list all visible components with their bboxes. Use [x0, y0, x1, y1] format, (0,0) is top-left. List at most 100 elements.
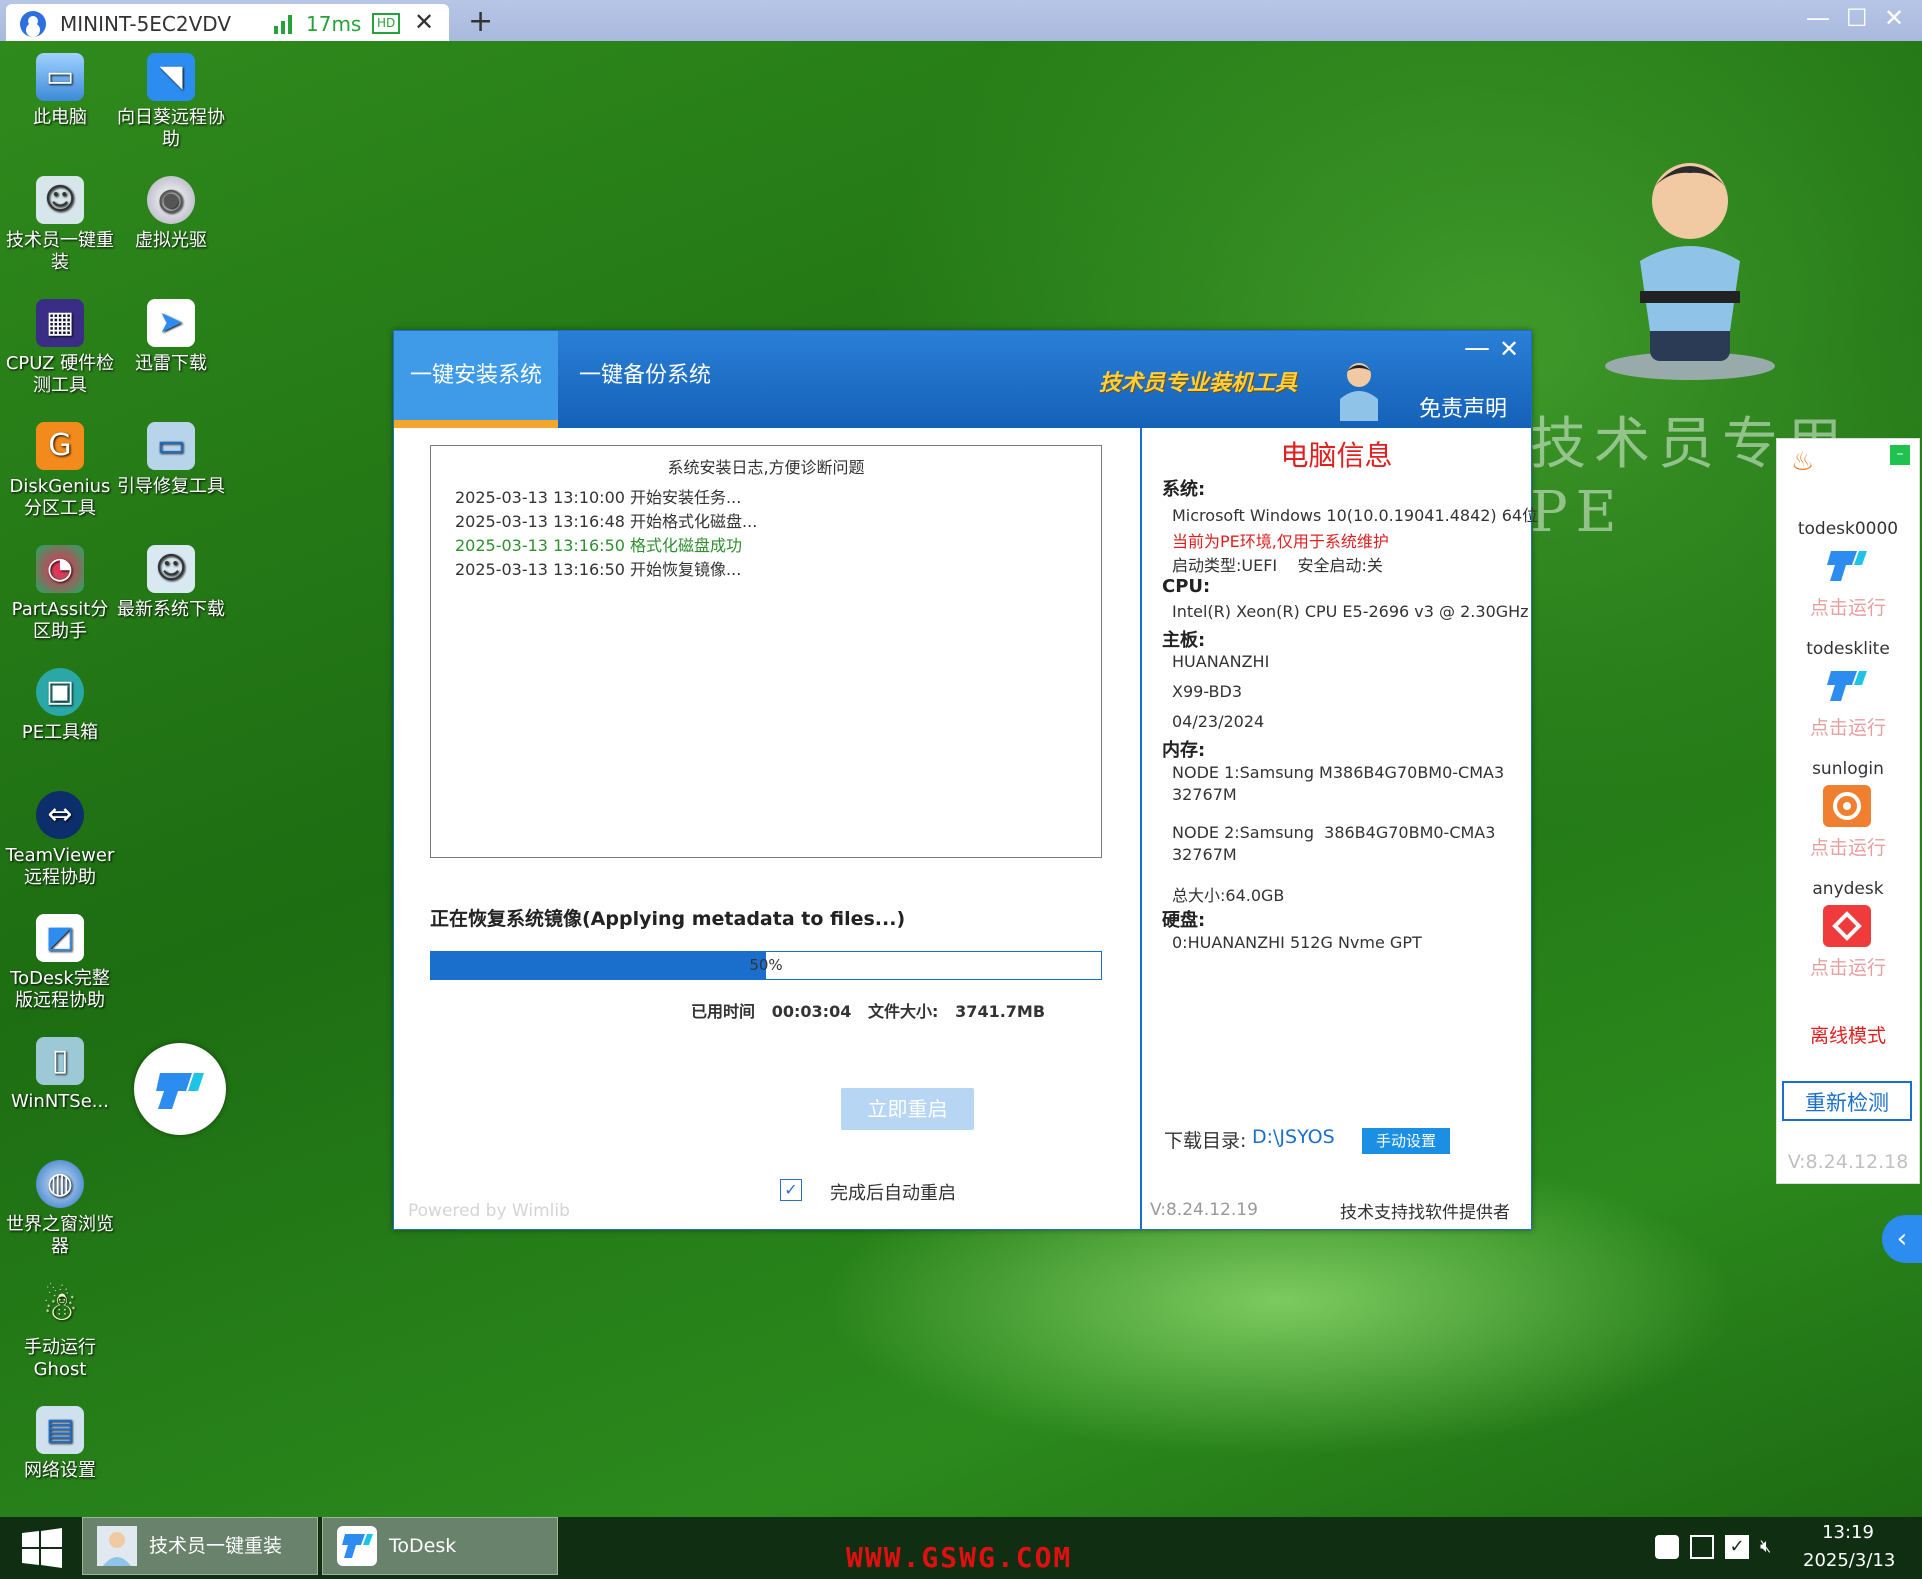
remote-session-tab[interactable]: MININT-5EC2VDV 17ms HD ✕	[6, 4, 449, 41]
auto-reboot-label[interactable]: 完成后自动重启	[830, 1179, 956, 1205]
disclaimer-link[interactable]: 免责声明	[1419, 391, 1507, 423]
desktop-icon-diskgenius[interactable]: G DiskGenius分区工具	[4, 422, 116, 520]
desktop-icon-label: WinNTSe...	[11, 1091, 109, 1112]
auto-reboot-checkbox[interactable]: ✓	[780, 1179, 802, 1201]
disk-label: 硬盘:	[1162, 910, 1206, 931]
sunlogin-icon[interactable]	[1823, 785, 1871, 827]
todesk-icon[interactable]	[1823, 545, 1871, 587]
taskbar-app-technician[interactable]: 技术员一键重装	[82, 1517, 318, 1575]
desktop-icon-boot-repair[interactable]: ▭ 引导修复工具	[115, 422, 227, 498]
size-label: 文件大小:	[868, 1002, 939, 1021]
desktop-icon-this-pc[interactable]: ▭ 此电脑	[4, 53, 116, 129]
network-settings-icon: ▤	[36, 1406, 84, 1454]
board-model: X99-BD3	[1172, 682, 1242, 701]
site-watermark: WWW.GSWG.COM	[846, 1541, 1073, 1574]
elapsed-label: 已用时间	[691, 1002, 756, 1021]
desktop-icon-cpuz[interactable]: ▦ CPUZ 硬件检测工具	[4, 299, 116, 397]
security-check-tray-icon[interactable]: ✓	[1725, 1535, 1749, 1559]
dialog-version: V:8.24.12.19	[1150, 1200, 1258, 1220]
desktop-icon-network[interactable]: ▤ 网络设置	[4, 1406, 116, 1482]
desktop-icon-label: CPUZ 硬件检测工具	[5, 353, 115, 396]
install-panel: 系统安装日志,方便诊断问题 2025-03-13 13:10:00 开始安装任务…	[394, 428, 1140, 1229]
session-host-name: MININT-5EC2VDV	[60, 12, 232, 36]
desktop-icon-winntsetup[interactable]: ▯ WinNTSe...	[4, 1037, 116, 1113]
pc-info-panel: 电脑信息 系统: Microsoft Windows 10(10.0.19041…	[1142, 428, 1538, 1229]
desktop-icon-label: PartAssit分区助手	[11, 599, 109, 642]
panel-collapse-icon[interactable]: –	[1890, 445, 1910, 465]
recheck-button[interactable]: 重新检测	[1782, 1081, 1912, 1121]
desktop-icon-label: 迅雷下载	[135, 353, 207, 374]
download-dir-value: D:\JSYOS	[1252, 1126, 1335, 1148]
todesk-icon: ◩	[36, 914, 84, 962]
hd-badge[interactable]: HD	[372, 13, 401, 34]
desktop-icon-label: 此电脑	[33, 107, 87, 128]
desktop-icon-label: 手动运行Ghost	[24, 1337, 96, 1380]
manual-settings-button[interactable]: 手动设置	[1362, 1128, 1450, 1154]
desktop-icon-pe-toolbox[interactable]: ▣ PE工具箱	[4, 668, 116, 744]
remote-item-run-link[interactable]: 点击运行	[1777, 833, 1919, 860]
desktop-icon-technician[interactable]: ☺ 技术员一键重装	[4, 176, 116, 274]
desktop-icon-label: TeamViewer远程协助	[5, 845, 115, 888]
anydesk-icon[interactable]	[1823, 905, 1871, 947]
remote-item-run-link[interactable]: 点击运行	[1777, 593, 1919, 620]
teamviewer-icon: ⇔	[36, 791, 84, 839]
taskbar-app-label: 技术员一键重装	[149, 1535, 283, 1557]
remote-tools-panel: ♨ – todesk0000 点击运行 todesklite 点击运行 sunl…	[1776, 438, 1920, 1184]
new-tab-button[interactable]: +	[468, 4, 493, 39]
clock-time: 13:19	[1822, 1522, 1874, 1543]
progress-bar: 50%	[430, 951, 1102, 980]
diskgenius-icon: G	[36, 422, 84, 470]
minimize-icon[interactable]: —	[1806, 4, 1830, 32]
pe-note: 当前为PE环境,仅用于系统维护	[1172, 532, 1389, 551]
close-window-icon[interactable]: ✕	[1884, 4, 1904, 32]
taskbar-clock[interactable]: 13:19 2025/3/13	[1803, 1519, 1895, 1575]
memory-label: 内存:	[1162, 740, 1206, 761]
desktop-icon-virtual-cd[interactable]: ◉ 虚拟光驱	[115, 176, 227, 252]
pc-info-title: 电脑信息	[1280, 439, 1393, 472]
computer-icon: ▭	[36, 53, 84, 101]
globe-browser-icon: ◍	[36, 1160, 84, 1208]
taskbar-app-todesk[interactable]: ToDesk	[322, 1517, 558, 1575]
todesk-floating-button[interactable]	[134, 1043, 226, 1135]
technician-icon	[97, 1526, 137, 1566]
sidebar-toggle-chevron-icon[interactable]: ‹	[1882, 1215, 1922, 1263]
desktop-icon-label: 网络设置	[24, 1460, 96, 1481]
dialog-minimize-icon[interactable]: —	[1464, 333, 1490, 363]
user-avatar-icon	[20, 11, 46, 37]
desktop-icon-partassist[interactable]: ◔ PartAssit分区助手	[4, 545, 116, 643]
desktop-icon-thunder[interactable]: ➤ 迅雷下载	[115, 299, 227, 375]
desktop-icon-browser[interactable]: ◍ 世界之窗浏览器	[4, 1160, 116, 1258]
remote-item-name: todesk0000	[1797, 519, 1899, 539]
cpu-label: CPU:	[1162, 576, 1211, 597]
ghost-icon: ☃	[42, 1284, 78, 1330]
maximize-icon[interactable]: ☐	[1846, 4, 1868, 32]
desktop-icon-label: PE工具箱	[21, 722, 99, 743]
log-title: 系统安装日志,方便诊断问题	[667, 458, 865, 477]
log-line-success: 2025-03-13 13:16:50 格式化磁盘成功	[455, 536, 743, 555]
network-tray-icon[interactable]	[1690, 1535, 1714, 1559]
desktop-icon-todesk-full[interactable]: ◩ ToDesk完整版远程协助	[4, 914, 116, 1012]
desktop-icon-sunlogin[interactable]: ◥ 向日葵远程协助	[115, 53, 227, 151]
reboot-now-button[interactable]: 立即重启	[841, 1088, 974, 1130]
desktop-icon-teamviewer[interactable]: ⇔ TeamViewer远程协助	[4, 791, 116, 889]
remote-item-run-link[interactable]: 点击运行	[1777, 713, 1919, 740]
time-size-row: 已用时间 00:03:04 文件大小: 3741.7MB	[691, 998, 1045, 1022]
memory-node-1-size: 32767M	[1172, 785, 1237, 804]
desktop-icon-label: DiskGenius分区工具	[9, 476, 111, 519]
volume-muted-icon[interactable]: 🔇︎	[1760, 1535, 1784, 1559]
remote-item-run-link[interactable]: 点击运行	[1777, 953, 1919, 980]
todesk-lite-icon[interactable]	[1823, 665, 1871, 707]
windows-start-icon[interactable]	[20, 1527, 64, 1569]
boot-info: 启动类型:UEFI 安全启动:关	[1172, 556, 1383, 575]
offline-mode-link[interactable]: 离线模式	[1777, 1021, 1919, 1048]
remote-item-name: sunlogin	[1812, 759, 1884, 779]
todesk-tray-icon[interactable]	[1655, 1535, 1679, 1559]
desktop-icon-system-download[interactable]: ☺ 最新系统下载	[115, 545, 227, 621]
progress-text: 50%	[749, 956, 783, 974]
close-tab-icon[interactable]: ✕	[414, 8, 434, 36]
dialog-close-icon[interactable]: ✕	[1499, 335, 1519, 363]
tab-install-system[interactable]: 一键安装系统	[394, 331, 558, 428]
desktop-icon-ghost[interactable]: ☃ 手动运行Ghost	[4, 1283, 116, 1381]
tab-backup-system[interactable]: 一键备份系统	[558, 331, 732, 428]
remote-item-name: todesklite	[1806, 639, 1890, 659]
